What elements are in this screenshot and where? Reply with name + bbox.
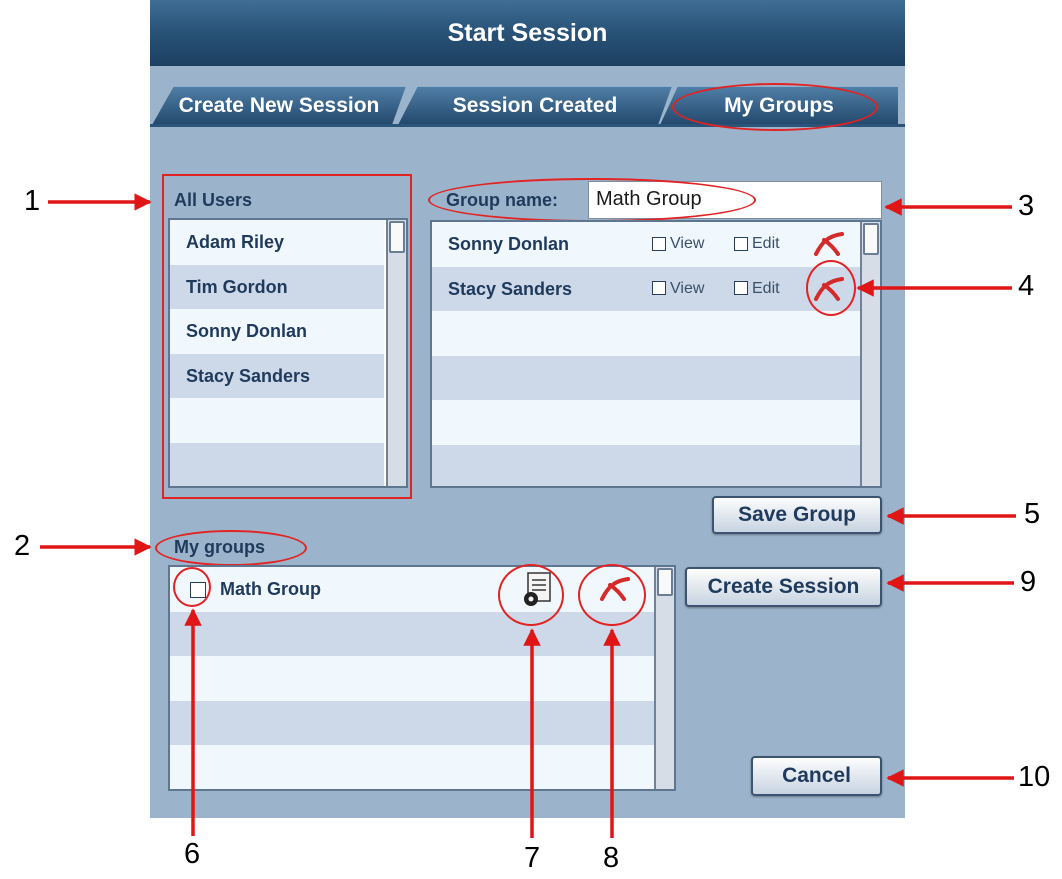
callout-number-8: 8: [603, 842, 620, 874]
callout-number-6: 6: [184, 838, 201, 870]
callout-number-2: 2: [14, 530, 31, 562]
annotation-arrows: [40, 193, 1016, 838]
callout-number-1: 1: [24, 185, 41, 217]
callout-number-4: 4: [1018, 270, 1035, 302]
callout-number-3: 3: [1018, 190, 1035, 222]
callout-number-5: 5: [1024, 498, 1041, 530]
callout-number-7: 7: [524, 842, 541, 874]
callout-number-9: 9: [1020, 566, 1037, 598]
callout-number-10: 10: [1018, 761, 1051, 793]
